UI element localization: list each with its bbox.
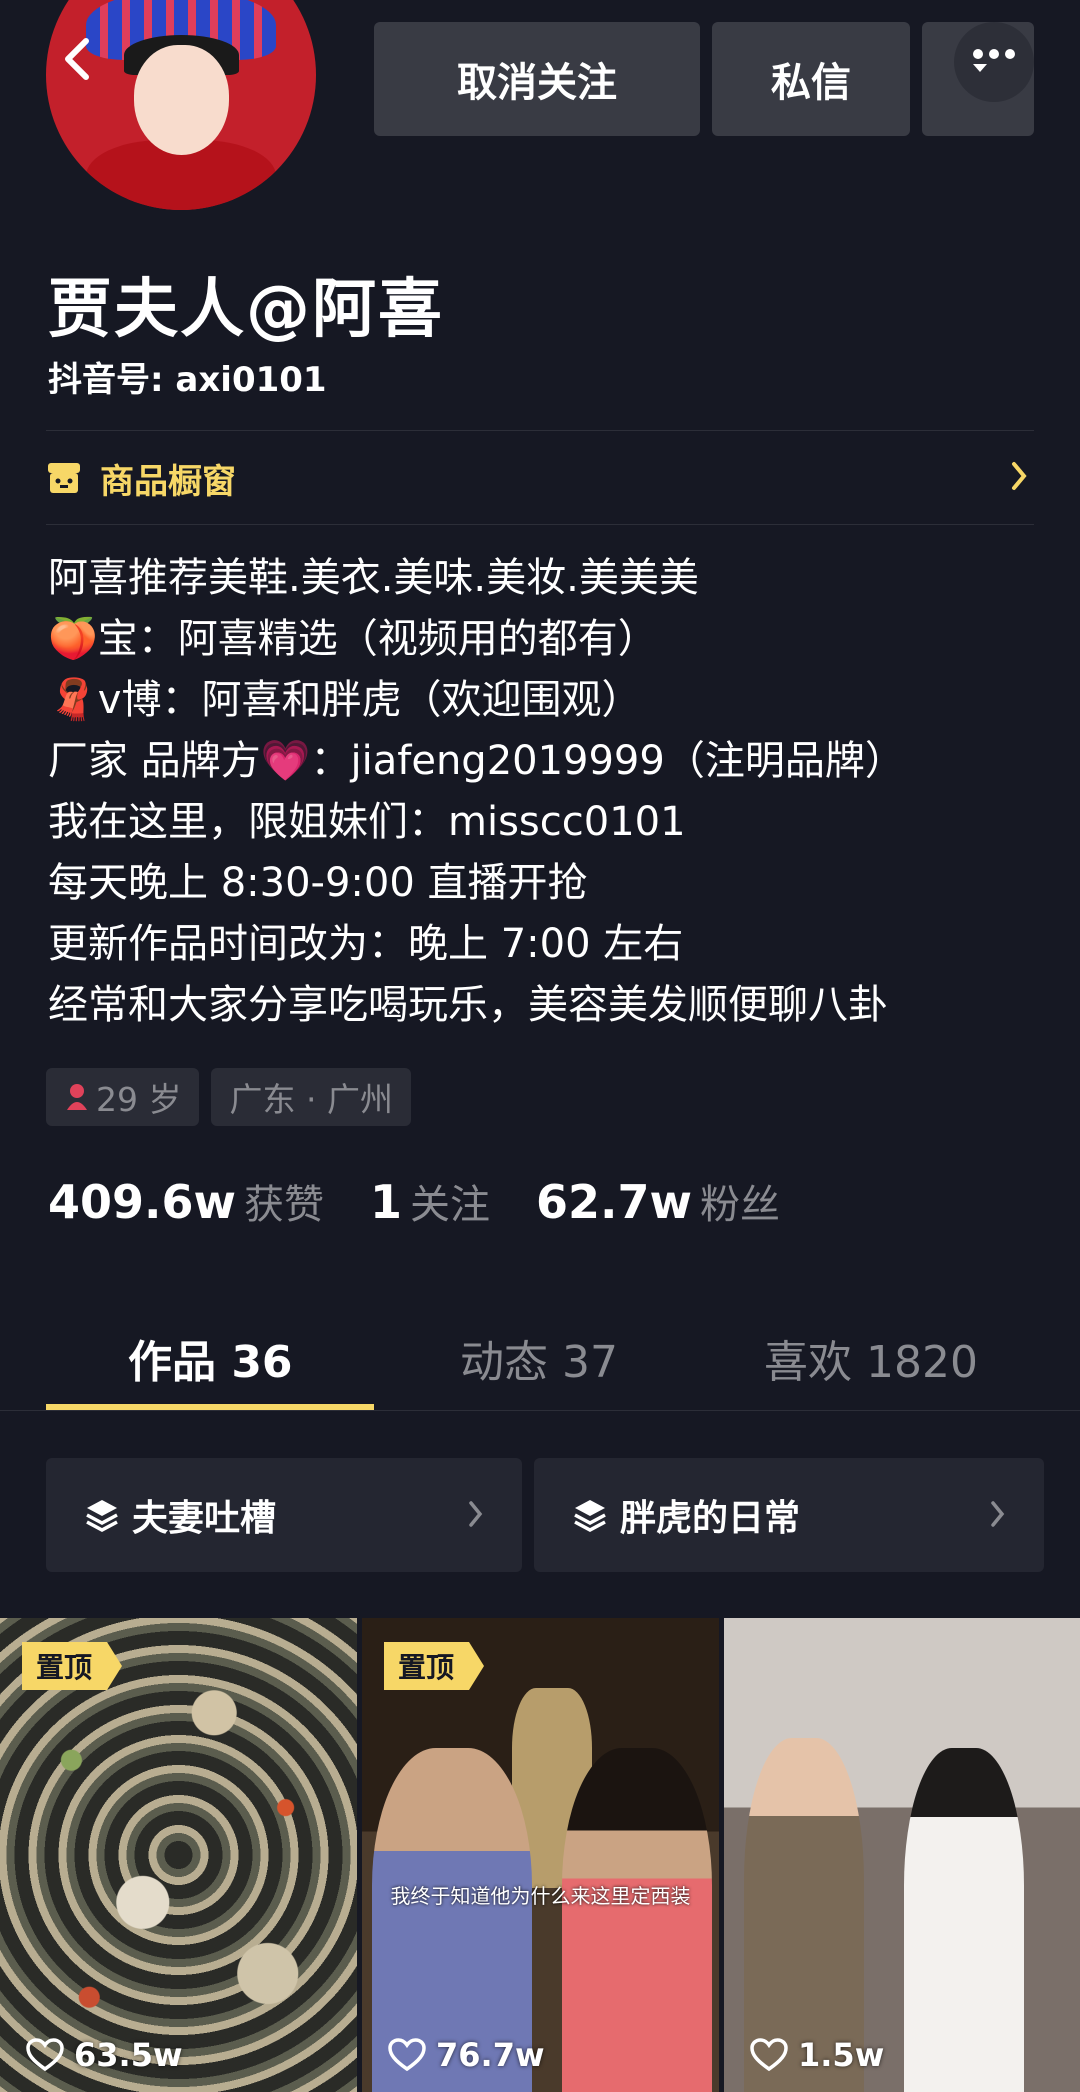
- divider: [46, 524, 1034, 525]
- unfollow-button[interactable]: 取消关注: [374, 22, 700, 136]
- collection-icon: [574, 1500, 606, 1532]
- age-tag: 29 岁: [46, 1068, 200, 1126]
- bio-line: 阿喜推荐美鞋.美衣.美味.美妆.美美美: [48, 555, 699, 601]
- bio-line: 经常和大家分享吃喝玩乐，美容美发顺便聊八卦: [48, 982, 888, 1028]
- thumbnail-scene: [562, 1748, 712, 2092]
- video-thumbnail[interactable]: 我终于知道他为什么来这里定西装 置顶 76.7w: [362, 1618, 719, 2092]
- video-likes-count: 76.7w: [436, 2036, 545, 2074]
- collection-card[interactable]: 胖虎的日常: [534, 1458, 1044, 1572]
- profile-tags: 29 岁 广东 · 广州: [46, 1068, 411, 1126]
- bio-line: 🍑宝：阿喜精选（视频用的都有）: [48, 616, 658, 662]
- shop-window-label: 商品橱窗: [100, 461, 236, 502]
- tab-liked[interactable]: 喜欢 1820: [764, 1326, 978, 1390]
- avatar-face: [134, 45, 229, 155]
- avatar[interactable]: [46, 0, 316, 210]
- bio-line: 厂家 品牌方💗：jiafeng2019999（注明品牌）: [48, 738, 905, 784]
- following-count[interactable]: 1: [370, 1175, 402, 1229]
- pinned-badge: 置顶: [384, 1642, 485, 1690]
- content-tabs: 作品 36 动态 37 喜欢 1820: [0, 1292, 1080, 1412]
- message-button[interactable]: 私信: [712, 22, 910, 136]
- shop-window-row[interactable]: 商品橱窗: [46, 432, 1034, 524]
- pinned-badge: 置顶: [22, 1642, 123, 1690]
- video-caption: 我终于知道他为什么来这里定西装: [390, 1884, 691, 1908]
- douyin-id: 抖音号: axi0101: [48, 360, 327, 400]
- collection-card[interactable]: 夫妻吐槽: [46, 1458, 522, 1572]
- video-likes: 76.7w: [388, 2036, 545, 2074]
- back-icon: [65, 38, 89, 80]
- heart-icon: [26, 2038, 64, 2072]
- following-label[interactable]: 关注: [410, 1172, 490, 1230]
- collection-icon: [86, 1500, 118, 1532]
- divider: [0, 1410, 1080, 1411]
- chevron-right-icon: [469, 1501, 483, 1527]
- location-tag: 广东 · 广州: [211, 1068, 411, 1126]
- bio-line: 🧣v博：阿喜和胖虎（欢迎围观）: [48, 677, 642, 723]
- age-tag-label: 29 岁: [96, 1080, 182, 1119]
- collection-title: 胖虎的日常: [620, 1498, 801, 1539]
- stats-row: 409.6w 获赞 1 关注 62.7w 粉丝: [48, 1172, 826, 1230]
- likes-label: 获赞: [244, 1182, 324, 1228]
- likes-count: 409.6w: [48, 1175, 236, 1229]
- thumbnail-scene: [904, 1748, 1024, 2092]
- collection-title: 夫妻吐槽: [132, 1498, 277, 1539]
- tab-dynamics[interactable]: 动态 37: [460, 1326, 618, 1390]
- profile-name: 贾夫人@阿喜: [48, 273, 444, 347]
- chevron-right-icon: [1012, 462, 1027, 490]
- heart-icon: [388, 2038, 426, 2072]
- female-icon: [67, 1084, 87, 1110]
- shop-icon: [48, 463, 80, 493]
- more-button[interactable]: [922, 22, 1034, 136]
- tab-works[interactable]: 作品 36: [128, 1326, 293, 1390]
- fans-count[interactable]: 62.7w: [536, 1175, 692, 1229]
- heart-icon: [750, 2038, 788, 2072]
- divider: [46, 430, 1034, 431]
- bio-line: 更新作品时间改为：晚上 7:00 左右: [48, 921, 684, 967]
- video-likes-count: 63.5w: [74, 2036, 183, 2074]
- video-thumbnail[interactable]: 置顶 63.5w: [0, 1618, 357, 2092]
- bio-line: 我在这里，限姐妹们：misscc0101: [48, 799, 686, 845]
- video-likes-count: 1.5w: [798, 2036, 885, 2074]
- bio: 阿喜推荐美鞋.美衣.美味.美妆.美美美 🍑宝：阿喜精选（视频用的都有） 🧣v博：…: [48, 548, 905, 1036]
- video-grid: 置顶 63.5w 我终于知道他为什么来这里定西装 置顶 76.7w 1.5w: [0, 1618, 1080, 2092]
- fans-label[interactable]: 粉丝: [700, 1172, 780, 1230]
- video-thumbnail[interactable]: 1.5w: [724, 1618, 1080, 2092]
- more-icon: [954, 22, 1034, 102]
- video-likes: 63.5w: [26, 2036, 183, 2074]
- back-button[interactable]: [52, 34, 102, 84]
- bio-line: 每天晚上 8:30-9:00 直播开抢: [48, 860, 588, 906]
- chevron-right-icon: [991, 1501, 1005, 1527]
- video-likes: 1.5w: [750, 2036, 884, 2074]
